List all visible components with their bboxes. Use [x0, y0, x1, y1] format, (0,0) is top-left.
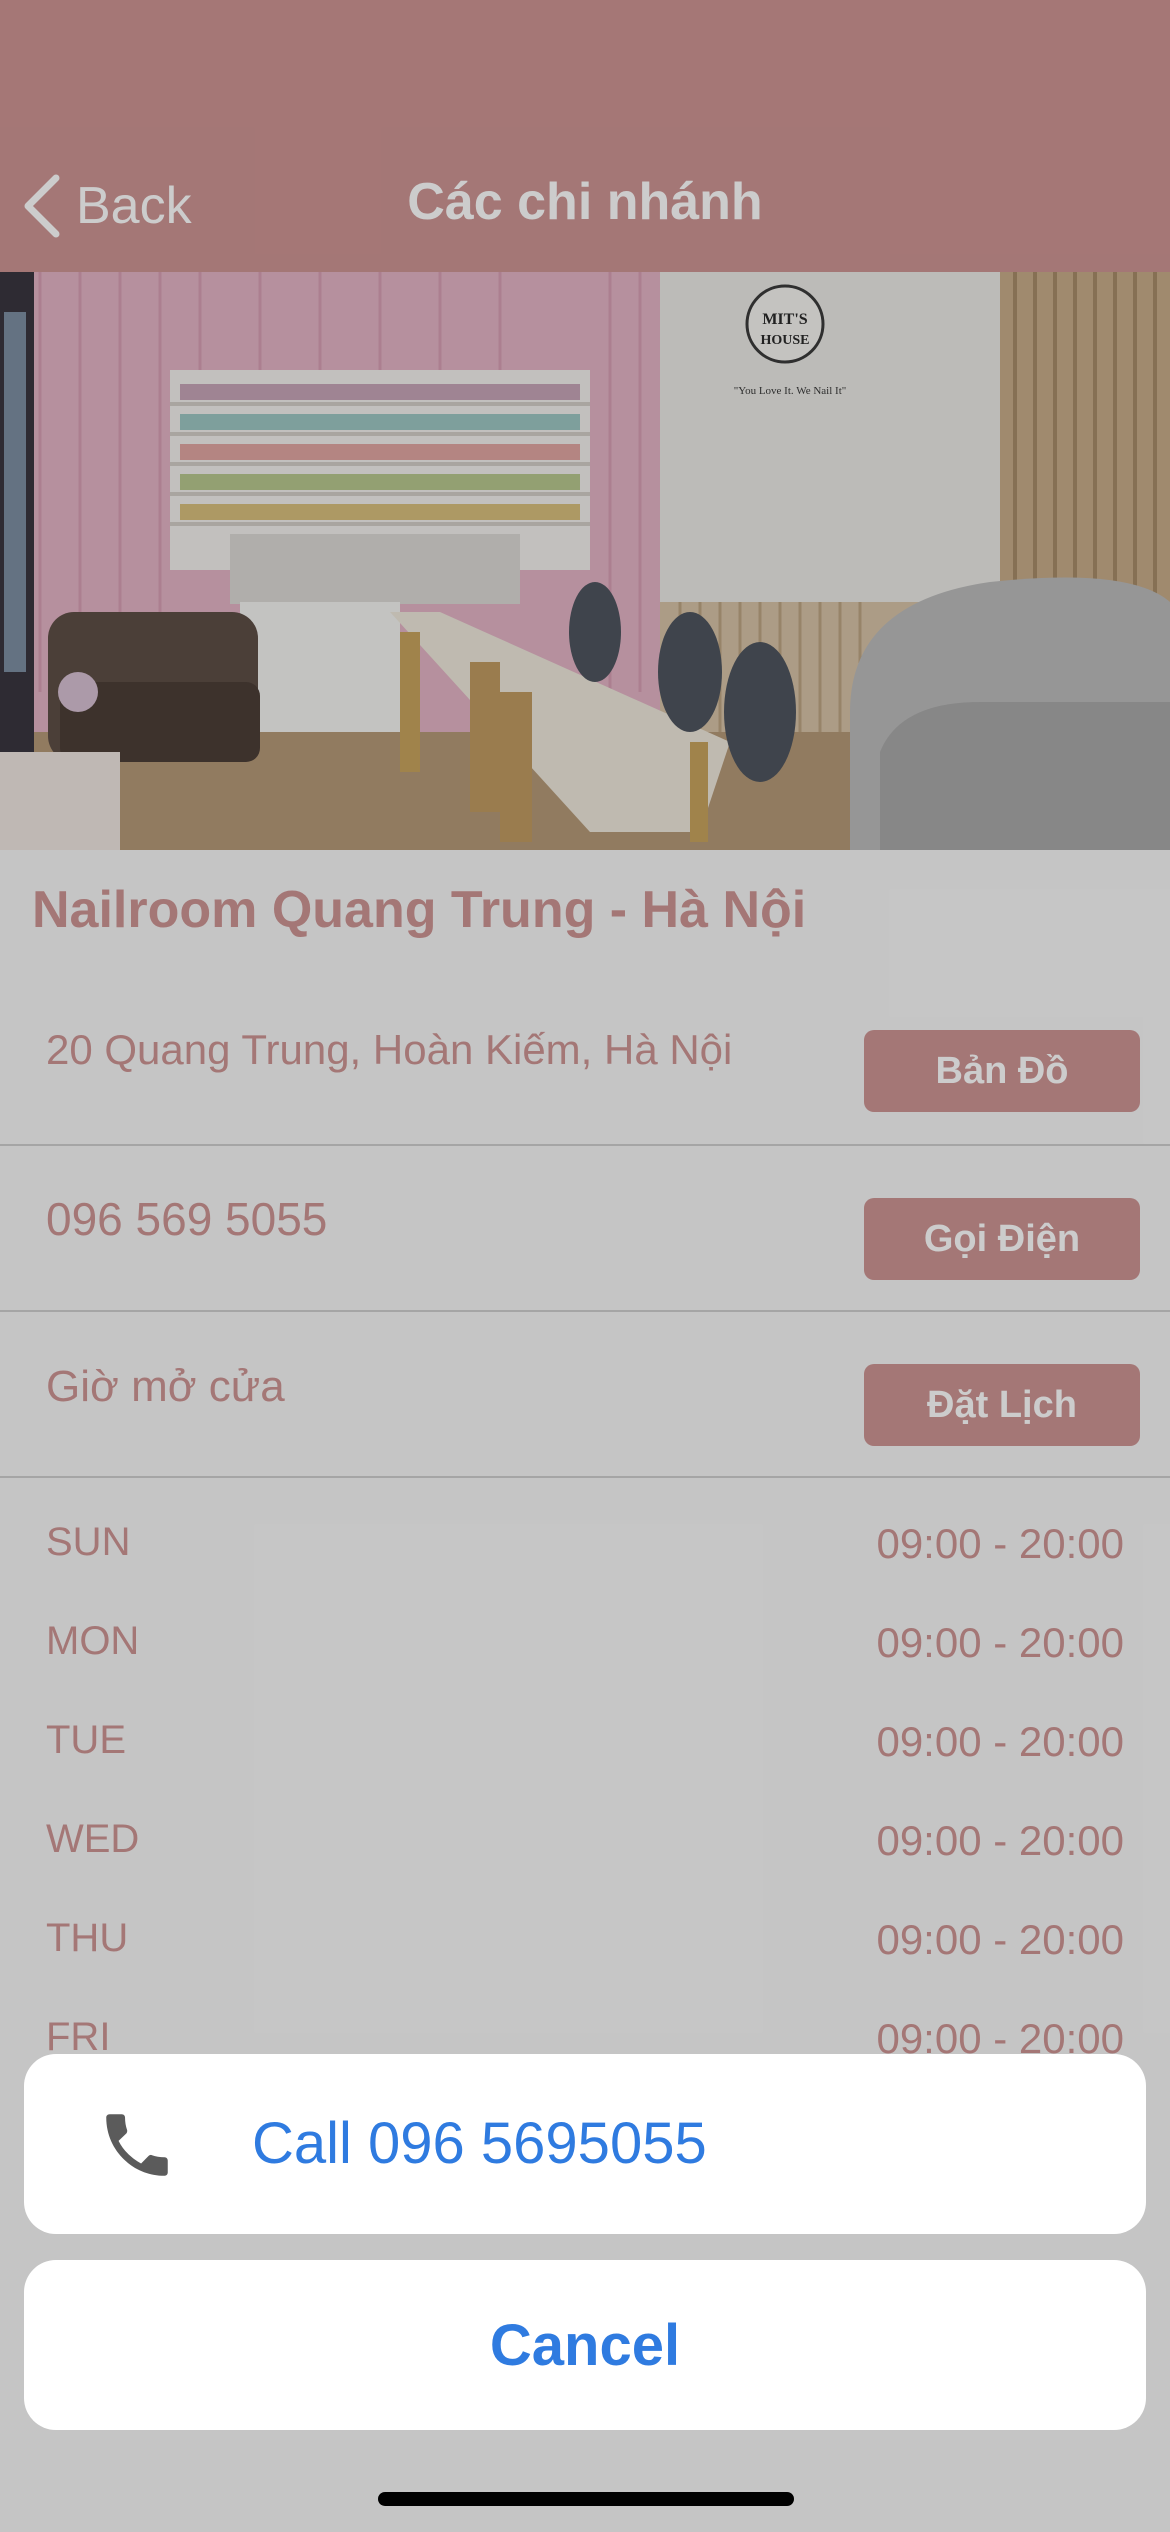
- cancel-button[interactable]: Cancel: [24, 2260, 1146, 2430]
- home-indicator: [378, 2492, 794, 2506]
- phone-icon: [106, 2114, 168, 2176]
- cancel-label: Cancel: [489, 2312, 681, 2378]
- call-action-label: Call 096 5695055: [252, 2111, 707, 2176]
- call-action[interactable]: Call 096 5695055: [24, 2054, 1146, 2234]
